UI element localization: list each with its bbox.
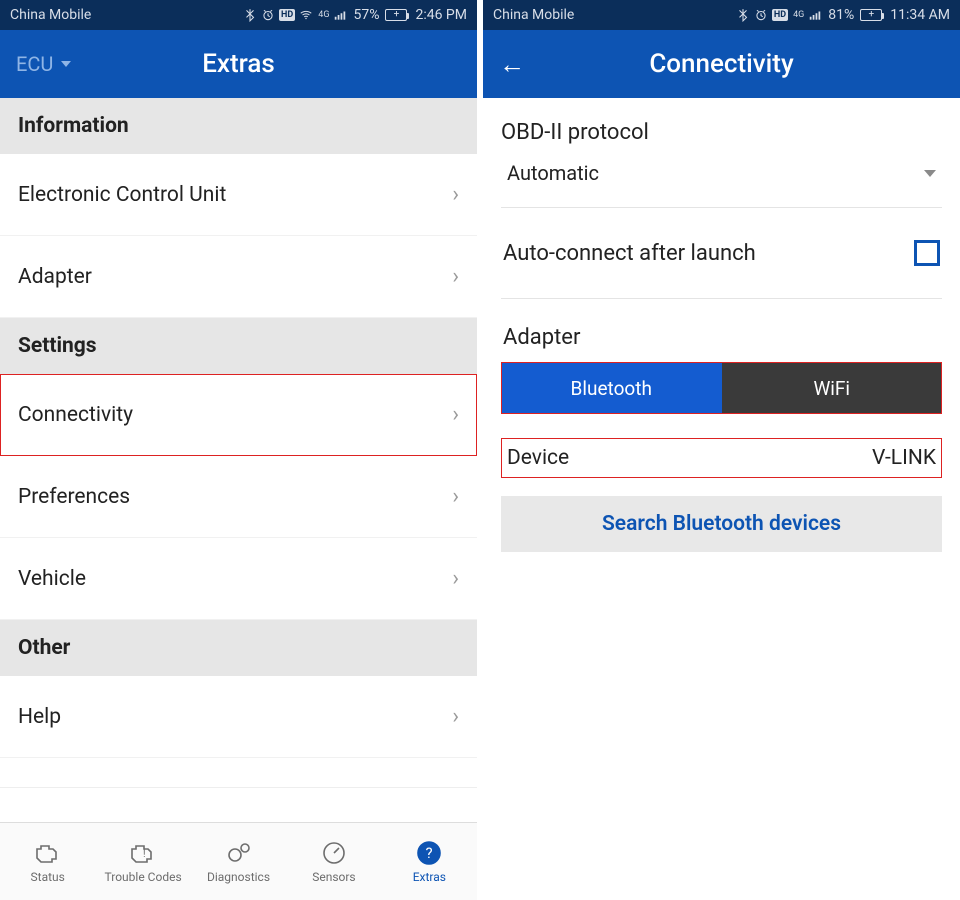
- tab-extras[interactable]: ? Extras: [382, 823, 477, 900]
- svg-text:!: !: [143, 849, 146, 860]
- page-title: Extras: [0, 49, 477, 79]
- question-icon: ?: [413, 839, 445, 867]
- page-title: Connectivity: [483, 49, 960, 79]
- ecu-dropdown[interactable]: ECU: [16, 52, 71, 76]
- tab-label: Diagnostics: [207, 870, 270, 884]
- tab-diagnostics[interactable]: Diagnostics: [191, 823, 286, 900]
- list-item-help[interactable]: Help ›: [0, 676, 477, 758]
- bluetooth-icon: [736, 8, 750, 22]
- autoconnect-label: Auto-connect after launch: [503, 241, 756, 266]
- carrier-label: China Mobile: [493, 7, 736, 23]
- list-item-label: Connectivity: [18, 403, 133, 427]
- hd-icon: HD: [772, 9, 788, 21]
- tab-label: Status: [31, 870, 65, 884]
- section-header-other: Other: [0, 620, 477, 676]
- chevron-right-icon: ›: [452, 704, 459, 729]
- alarm-icon: [261, 8, 275, 22]
- signal-icon: [808, 8, 822, 22]
- chevron-right-icon: ›: [452, 484, 459, 509]
- adapter-segmented: Bluetooth WiFi: [501, 362, 942, 414]
- gears-icon: [223, 839, 255, 867]
- option-label: Bluetooth: [571, 377, 652, 400]
- dropdown-triangle-icon: [61, 61, 71, 67]
- bottom-nav: Status ! Trouble Codes Diagnostics Senso…: [0, 822, 477, 900]
- chevron-right-icon: ›: [452, 402, 459, 427]
- tab-label: Sensors: [312, 870, 355, 884]
- adapter-option-wifi[interactable]: WiFi: [722, 362, 943, 414]
- chevron-right-icon: ›: [452, 264, 459, 289]
- chevron-right-icon: ›: [452, 182, 459, 207]
- appbar: ← Connectivity: [483, 30, 960, 98]
- statusbar: China Mobile HD 4G 81% + 11:34 AM: [483, 0, 960, 30]
- gauge-icon: [318, 839, 350, 867]
- list-item-preferences[interactable]: Preferences ›: [0, 456, 477, 538]
- ecu-label: ECU: [16, 52, 53, 76]
- option-label: WiFi: [813, 377, 850, 400]
- alarm-icon: [754, 8, 768, 22]
- tab-status[interactable]: Status: [0, 823, 95, 900]
- network-text: 4G: [318, 10, 329, 20]
- battery-icon: +: [385, 9, 407, 21]
- engine-alert-icon: !: [127, 839, 159, 867]
- protocol-dropdown[interactable]: Automatic: [501, 151, 942, 208]
- svg-text:?: ?: [426, 844, 433, 862]
- autoconnect-checkbox[interactable]: [914, 240, 940, 266]
- button-label: Search Bluetooth devices: [602, 512, 841, 536]
- content: OBD-II protocol Automatic Auto-connect a…: [483, 98, 960, 552]
- autoconnect-row[interactable]: Auto-connect after launch: [501, 208, 942, 299]
- signal-icon: [333, 8, 347, 22]
- carrier-label: China Mobile: [10, 7, 243, 23]
- adapter-label: Adapter: [501, 299, 942, 362]
- battery-percent: 57%: [353, 7, 379, 23]
- network-text: 4G: [793, 10, 804, 20]
- tab-label: Trouble Codes: [105, 870, 182, 884]
- status-icons: HD 4G 81% + 11:34 AM: [736, 7, 950, 23]
- list-item-label: Help: [18, 705, 61, 729]
- statusbar: China Mobile HD 4G 57% + 2:46 PM: [0, 0, 477, 30]
- battery-percent: 81%: [828, 7, 854, 23]
- protocol-label: OBD-II protocol: [501, 98, 942, 151]
- engine-icon: [32, 839, 64, 867]
- tab-label: Extras: [413, 870, 446, 884]
- list-item-ecu[interactable]: Electronic Control Unit ›: [0, 154, 477, 236]
- list-item-label: Preferences: [18, 485, 130, 509]
- list-item-adapter[interactable]: Adapter ›: [0, 236, 477, 318]
- battery-icon: +: [860, 9, 882, 21]
- list-item-label: Electronic Control Unit: [18, 183, 226, 207]
- clock-text: 2:46 PM: [415, 7, 467, 23]
- device-row[interactable]: Device V-LINK: [501, 438, 942, 478]
- back-button[interactable]: ←: [499, 49, 525, 80]
- phone-left: China Mobile HD 4G 57% + 2:46 PM ECU Ext…: [0, 0, 477, 900]
- section-header-information: Information: [0, 98, 477, 154]
- list-item-label: Adapter: [18, 265, 92, 289]
- bluetooth-icon: [243, 8, 257, 22]
- chevron-right-icon: ›: [452, 566, 459, 591]
- tab-trouble-codes[interactable]: ! Trouble Codes: [95, 823, 190, 900]
- device-value: V-LINK: [872, 446, 936, 470]
- tab-sensors[interactable]: Sensors: [286, 823, 381, 900]
- list-item-vehicle[interactable]: Vehicle ›: [0, 538, 477, 620]
- wifi-icon: [299, 8, 313, 22]
- hd-icon: HD: [279, 9, 295, 21]
- section-header-settings: Settings: [0, 318, 477, 374]
- adapter-option-bluetooth[interactable]: Bluetooth: [501, 362, 722, 414]
- protocol-value: Automatic: [507, 161, 599, 185]
- status-icons: HD 4G 57% + 2:46 PM: [243, 7, 467, 23]
- clock-text: 11:34 AM: [890, 7, 950, 23]
- phone-right: China Mobile HD 4G 81% + 11:34 AM ← Conn…: [483, 0, 960, 900]
- list-spacer: [0, 758, 477, 788]
- appbar: ECU Extras: [0, 30, 477, 98]
- list-item-connectivity[interactable]: Connectivity ›: [0, 374, 477, 456]
- search-bluetooth-button[interactable]: Search Bluetooth devices: [501, 496, 942, 552]
- dropdown-caret-icon: [924, 170, 936, 177]
- list-item-label: Vehicle: [18, 567, 86, 591]
- device-label: Device: [507, 446, 569, 470]
